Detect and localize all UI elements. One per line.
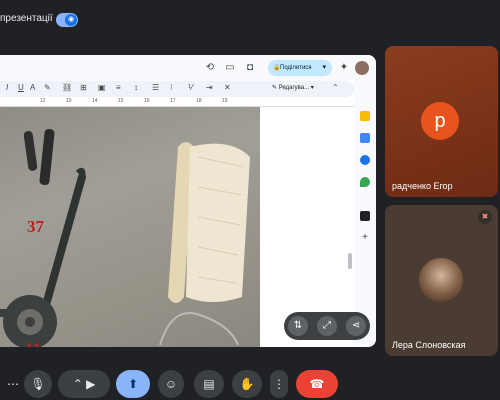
doc-format-toolbar: I U A ✎ ⛓ ⊞ ▣ ≡ ↕ ☰ ⁝ ⅟ ⇥ ✕ ✎ Редагува..…	[0, 81, 354, 97]
share-dropdown-icon[interactable]: ▾	[322, 60, 326, 76]
ruler-tick: 18	[196, 98, 202, 104]
meet-window: презентації ◉ ⟲ ▭ ◘ 🔒 Поділитися ▾ ✦ I U…	[0, 0, 500, 400]
numbered-list-icon[interactable]: ⅟	[188, 83, 193, 92]
document-page-blank	[260, 107, 354, 347]
share-button[interactable]: 🔒 Поділитися ▾	[268, 60, 332, 76]
ruler-tick: 13	[66, 98, 72, 104]
presentation-toggle[interactable]: ◉	[56, 13, 78, 27]
underline-icon[interactable]: U	[18, 83, 24, 92]
insert-comment-icon[interactable]: ⊞	[80, 83, 87, 92]
mic-off-icon: ✖	[478, 210, 492, 224]
more-audio-options-icon[interactable]: ⋯	[4, 370, 22, 398]
maps-icon[interactable]	[360, 177, 370, 187]
top-bar: презентації ◉	[0, 0, 500, 40]
label-37: 37	[27, 217, 44, 236]
bullets-icon[interactable]: ⁝	[170, 83, 173, 92]
doc-side-panel: +	[354, 81, 376, 347]
microphone-button[interactable]: 🎙	[24, 370, 52, 398]
participant-name: радченко Егор	[392, 181, 453, 191]
participant-name: Лера Слоновская	[392, 340, 466, 350]
image-icon[interactable]: ▣	[98, 83, 106, 92]
text-color-icon[interactable]: A	[30, 83, 35, 92]
keep-icon[interactable]	[360, 111, 370, 121]
swap-icon[interactable]: ⇅	[288, 316, 308, 336]
contacts-icon[interactable]	[360, 155, 370, 165]
more-options-button[interactable]: ⋮	[270, 370, 288, 398]
emoji-button[interactable]: ☺	[158, 370, 184, 398]
call-controls: ⋯ 🎙 ⌃ ▶ ⬆ ☺ ▤ ✋ ⋮ ☎	[0, 366, 500, 400]
participant-tile[interactable]: р радченко Егор	[385, 46, 498, 197]
fullscreen-icon[interactable]: ⤢	[317, 316, 337, 336]
participant-initial-avatar: р	[421, 102, 459, 140]
clear-format-icon[interactable]: ✕	[224, 83, 231, 92]
label-41: 41	[24, 339, 41, 347]
raise-hand-button[interactable]: ✋	[232, 370, 262, 398]
participant-photo-avatar	[419, 258, 463, 302]
tasks-icon[interactable]	[360, 133, 370, 143]
line-spacing-icon[interactable]: ↕	[134, 83, 138, 92]
comment-icon[interactable]: ▭	[223, 61, 237, 75]
collapse-toolbar-icon[interactable]: ⌃	[332, 83, 339, 92]
present-screen-button[interactable]: ⬆	[116, 370, 150, 398]
addon-icon[interactable]	[360, 211, 370, 221]
checklist-icon[interactable]: ☰	[152, 83, 159, 92]
editing-mode-label: Редагува...	[278, 85, 310, 91]
doc-account-avatar[interactable]	[355, 61, 369, 75]
share-button-label: Поділитися	[280, 65, 312, 71]
meet-camera-icon[interactable]: ◘	[243, 61, 257, 75]
document-photo: 37 41 42	[0, 107, 260, 347]
ruler: 12 13 14 15 16 17 18 19	[0, 97, 354, 107]
ruler-tick: 17	[170, 98, 176, 104]
ruler-tick: 14	[92, 98, 98, 104]
ruler-tick: 15	[118, 98, 124, 104]
camera-button[interactable]: ⌃ ▶	[58, 370, 110, 398]
leave-call-button[interactable]: ☎	[296, 370, 338, 398]
doc-scrollbar[interactable]	[348, 253, 352, 269]
participant-tile[interactable]: ✖ Лера Слоновская	[385, 205, 498, 356]
highlight-icon[interactable]: ✎	[44, 83, 51, 92]
italic-icon[interactable]: I	[6, 83, 8, 92]
doc-top-toolbar: ⟲ ▭ ◘ 🔒 Поділитися ▾ ✦	[0, 55, 376, 81]
editing-mode-dropdown[interactable]: ✎ Редагува... ▾	[272, 84, 314, 91]
screen-share-controls: ⇅ ⤢ ⋖	[284, 312, 370, 340]
ruler-tick: 16	[144, 98, 150, 104]
presentation-label: презентації	[0, 13, 53, 24]
ruler-tick: 12	[40, 98, 46, 104]
add-addon-icon[interactable]: +	[358, 231, 372, 245]
align-icon[interactable]: ≡	[116, 83, 121, 92]
gemini-icon[interactable]: ✦	[337, 61, 351, 75]
history-icon[interactable]: ⟲	[203, 61, 217, 75]
captions-button[interactable]: ▤	[194, 370, 224, 398]
toggle-knob-icon: ◉	[65, 14, 77, 26]
shared-screen: ⟲ ▭ ◘ 🔒 Поділитися ▾ ✦ I U A ✎ ⛓ ⊞ ▣ ≡ ↕…	[0, 55, 376, 347]
ruler-tick: 19	[222, 98, 228, 104]
link-icon[interactable]: ⛓	[62, 83, 72, 92]
share-nodes-icon[interactable]: ⋖	[346, 316, 366, 336]
indent-icon[interactable]: ⇥	[206, 83, 213, 92]
